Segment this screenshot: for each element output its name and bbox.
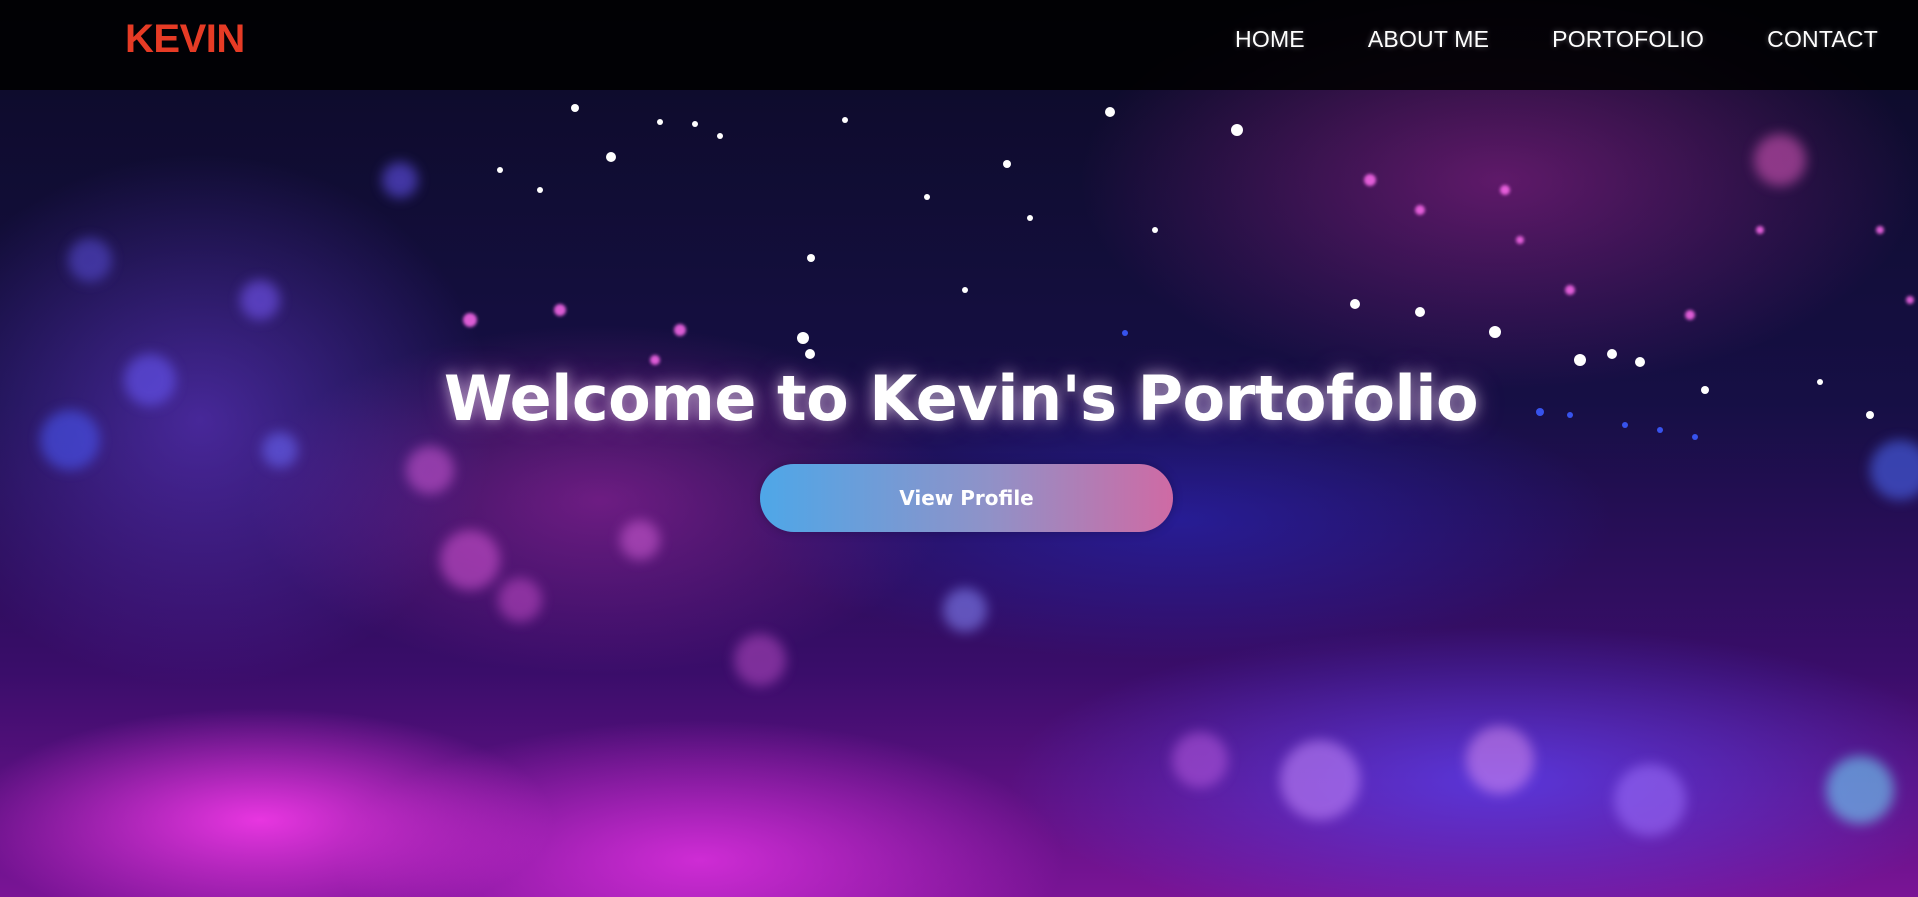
top-navbar: KEVIN HOME ABOUT ME PORTOFOLIO CONTACT — [0, 0, 1918, 90]
hero-background — [0, 0, 1918, 897]
nav-link-about-me[interactable]: ABOUT ME — [1368, 26, 1489, 53]
nav-menu: HOME ABOUT ME PORTOFOLIO CONTACT — [1172, 26, 1878, 53]
nav-link-contact[interactable]: CONTACT — [1767, 26, 1878, 53]
hero-headline: Welcome to Kevin's Portofolio — [443, 362, 1479, 435]
brand-logo[interactable]: KEVIN — [125, 17, 245, 62]
bokeh-particles-image — [40, 104, 1918, 836]
nav-link-home[interactable]: HOME — [1235, 26, 1305, 53]
nav-link-portofolio[interactable]: PORTOFOLIO — [1552, 26, 1704, 53]
view-profile-button[interactable]: View Profile — [760, 464, 1173, 532]
